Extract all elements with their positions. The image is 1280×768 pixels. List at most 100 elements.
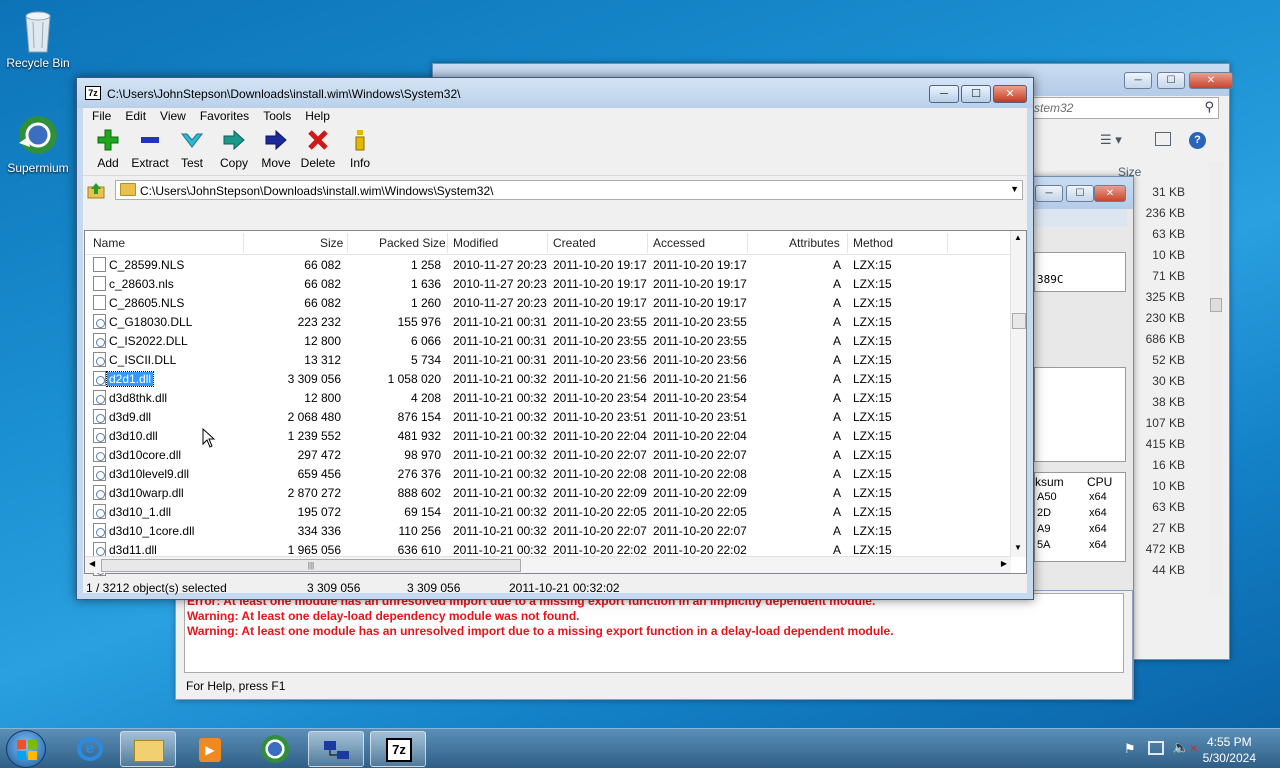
taskbar-app-media-player[interactable]: ▶ bbox=[182, 731, 238, 767]
preview-pane-icon[interactable] bbox=[1155, 132, 1171, 146]
add-button[interactable]: Add bbox=[87, 128, 129, 175]
file-size: 223 232 bbox=[297, 315, 341, 329]
depends-module-row[interactable]: A9 x64 bbox=[1035, 523, 1125, 539]
scroll-down-icon[interactable]: ▼ bbox=[1014, 543, 1022, 552]
maximize-button[interactable]: ☐ bbox=[1157, 72, 1185, 89]
copy-button[interactable]: Copy bbox=[213, 128, 255, 175]
mdi-controls[interactable] bbox=[1029, 209, 1127, 227]
vertical-scrollbar[interactable]: ▲ ▼ bbox=[1010, 231, 1026, 557]
dll-file-icon bbox=[93, 428, 106, 443]
table-row[interactable]: c_28603.nls 66 082 1 636 2010-11-27 20:23 20… bbox=[85, 274, 1011, 293]
table-row[interactable]: d3d9.dll 2 068 480 876 154 2011-10-21 00:32… bbox=[85, 407, 1011, 426]
taskbar-app-file-explorer[interactable] bbox=[120, 731, 176, 767]
file-accessed: 2011-10-20 22:07 bbox=[653, 524, 747, 538]
table-row[interactable]: d3d10warp.dll 2 870 272 888 602 2011-10-21 … bbox=[85, 483, 1011, 502]
scroll-thumb[interactable]: ||| bbox=[101, 559, 521, 572]
table-row[interactable]: C_ISCII.DLL 13 312 5 734 2011-10-21 00:31 20… bbox=[85, 350, 1011, 369]
search-box-text[interactable]: stem32 bbox=[1034, 101, 1073, 115]
tray-volume-muted-icon[interactable]: 🔈✕ bbox=[1172, 739, 1198, 756]
checksum-header[interactable]: ksum bbox=[1035, 475, 1064, 489]
column-created[interactable]: Created bbox=[553, 236, 596, 250]
file-accessed: 2011-10-20 22:08 bbox=[653, 467, 747, 481]
info-button[interactable]: Info bbox=[339, 128, 381, 175]
column-packed-size[interactable]: Packed Size bbox=[379, 236, 446, 250]
table-row[interactable]: d3d10_1core.dll 334 336 110 256 2011-10-21 … bbox=[85, 521, 1011, 540]
depends-module-row[interactable]: A50 x64 bbox=[1035, 491, 1125, 507]
move-button[interactable]: Move bbox=[255, 128, 297, 175]
minimize-button[interactable]: ─ bbox=[1035, 185, 1063, 202]
menu-favorites[interactable]: Favorites bbox=[193, 108, 256, 126]
scroll-thumb[interactable] bbox=[1012, 313, 1026, 329]
desktop-icon-supermium[interactable]: Supermium bbox=[0, 113, 76, 175]
taskbar-app-supermium[interactable] bbox=[246, 731, 302, 767]
depends-module-row[interactable]: 2D x64 bbox=[1035, 507, 1125, 523]
menu-file[interactable]: File bbox=[85, 108, 118, 126]
column-method[interactable]: Method bbox=[853, 236, 893, 250]
start-button[interactable] bbox=[6, 730, 46, 768]
scroll-right-icon[interactable]: ▶ bbox=[1001, 559, 1007, 568]
column-modified[interactable]: Modified bbox=[453, 236, 498, 250]
column-attributes[interactable]: Attributes bbox=[789, 236, 840, 250]
minimize-button[interactable]: ─ bbox=[929, 85, 959, 103]
column-accessed[interactable]: Accessed bbox=[653, 236, 705, 250]
7zip-file-manager-window[interactable]: 7z C:\Users\JohnStepson\Downloads\instal… bbox=[76, 77, 1034, 600]
file-modified: 2011-10-21 00:32 bbox=[453, 448, 547, 462]
view-options-icon[interactable]: ☰ ▾ bbox=[1100, 132, 1122, 148]
minimize-button[interactable]: ─ bbox=[1124, 72, 1152, 89]
cpu-header[interactable]: CPU bbox=[1087, 475, 1112, 489]
menu-view[interactable]: View bbox=[153, 108, 193, 126]
taskbar-app-7zip[interactable]: 7z bbox=[370, 731, 426, 767]
file-attributes: A bbox=[832, 429, 841, 443]
help-icon[interactable]: ? bbox=[1189, 132, 1206, 149]
taskbar-app-internet-explorer[interactable]: e bbox=[62, 731, 118, 767]
scroll-left-icon[interactable]: ◀ bbox=[89, 559, 95, 568]
maximize-button[interactable]: ☐ bbox=[1066, 185, 1094, 202]
tray-flag-icon[interactable]: ⚑ bbox=[1124, 741, 1138, 757]
close-button[interactable]: ✕ bbox=[993, 85, 1027, 103]
search-icon[interactable]: ⚲ bbox=[1204, 99, 1214, 115]
menu-bar: File Edit View Favorites Tools Help bbox=[83, 108, 1027, 126]
address-input[interactable]: C:\Users\JohnStepson\Downloads\install.w… bbox=[115, 180, 1023, 200]
column-name[interactable]: Name bbox=[93, 236, 125, 250]
desktop-icon-recycle-bin[interactable]: Recycle Bin bbox=[0, 8, 76, 70]
clock[interactable]: 4:55 PM 5/30/2024 bbox=[1203, 734, 1256, 766]
table-row[interactable]: C_G18030.DLL 223 232 155 976 2011-10-21 00:… bbox=[85, 312, 1011, 331]
file-created: 2011-10-20 22:09 bbox=[553, 486, 647, 500]
menu-help[interactable]: Help bbox=[298, 108, 337, 126]
table-row[interactable]: d3d10core.dll 297 472 98 970 2011-10-21 00:… bbox=[85, 445, 1011, 464]
close-button[interactable]: ✕ bbox=[1189, 72, 1233, 89]
checksum-cell: A9 bbox=[1037, 523, 1051, 535]
table-row[interactable]: C_28605.NLS 66 082 1 260 2010-11-27 20:23 20… bbox=[85, 293, 1011, 312]
7zip-app-icon[interactable]: 7z bbox=[85, 86, 101, 100]
table-row[interactable]: d3d10_1.dll 195 072 69 154 2011-10-21 00:32… bbox=[85, 502, 1011, 521]
file-size: 195 072 bbox=[297, 505, 341, 519]
depends-module-row[interactable]: 5A x64 bbox=[1035, 539, 1125, 555]
chevron-down-icon[interactable]: ▼ bbox=[1010, 184, 1019, 194]
file-modified: 2011-10-21 00:32 bbox=[453, 467, 547, 481]
delete-button[interactable]: Delete bbox=[297, 128, 339, 175]
menu-tools[interactable]: Tools bbox=[256, 108, 298, 126]
close-button[interactable]: ✕ bbox=[1094, 185, 1126, 202]
menu-edit[interactable]: Edit bbox=[118, 108, 153, 126]
test-button[interactable]: Test bbox=[171, 128, 213, 175]
file-packed-size: 1 636 bbox=[410, 277, 441, 291]
scrollbar[interactable] bbox=[1209, 162, 1223, 595]
table-row[interactable]: d3d10.dll 1 239 552 481 932 2011-10-21 00:3… bbox=[85, 426, 1011, 445]
horizontal-scrollbar[interactable]: ◀ ||| ▶ bbox=[85, 556, 1011, 573]
tray-network-icon[interactable] bbox=[1148, 741, 1164, 755]
table-row[interactable]: C_IS2022.DLL 12 800 6 066 2011-10-21 00:31 2… bbox=[85, 331, 1011, 350]
column-size[interactable]: Size bbox=[320, 236, 343, 250]
taskbar-app-depends[interactable] bbox=[308, 731, 364, 767]
up-folder-icon[interactable] bbox=[87, 181, 105, 199]
file-list[interactable]: Name Size Packed Size Modified Created A… bbox=[84, 230, 1027, 576]
extract-button[interactable]: Extract bbox=[129, 128, 171, 175]
file-icon bbox=[93, 295, 106, 310]
title-bar[interactable]: 7z C:\Users\JohnStepson\Downloads\instal… bbox=[77, 78, 1033, 108]
maximize-button[interactable]: ☐ bbox=[961, 85, 991, 103]
table-row[interactable]: d3d8thk.dll 12 800 4 208 2011-10-21 00:32 20… bbox=[85, 388, 1011, 407]
scroll-up-icon[interactable]: ▲ bbox=[1014, 233, 1022, 242]
table-row[interactable]: d2d1.dll 3 309 056 1 058 020 2011-10-21 00:… bbox=[85, 369, 1011, 388]
table-row[interactable]: C_28599.NLS 66 082 1 258 2010-11-27 20:23 20… bbox=[85, 255, 1011, 274]
depends-icon bbox=[323, 739, 351, 761]
table-row[interactable]: d3d10level9.dll 659 456 276 376 2011-10-21 … bbox=[85, 464, 1011, 483]
